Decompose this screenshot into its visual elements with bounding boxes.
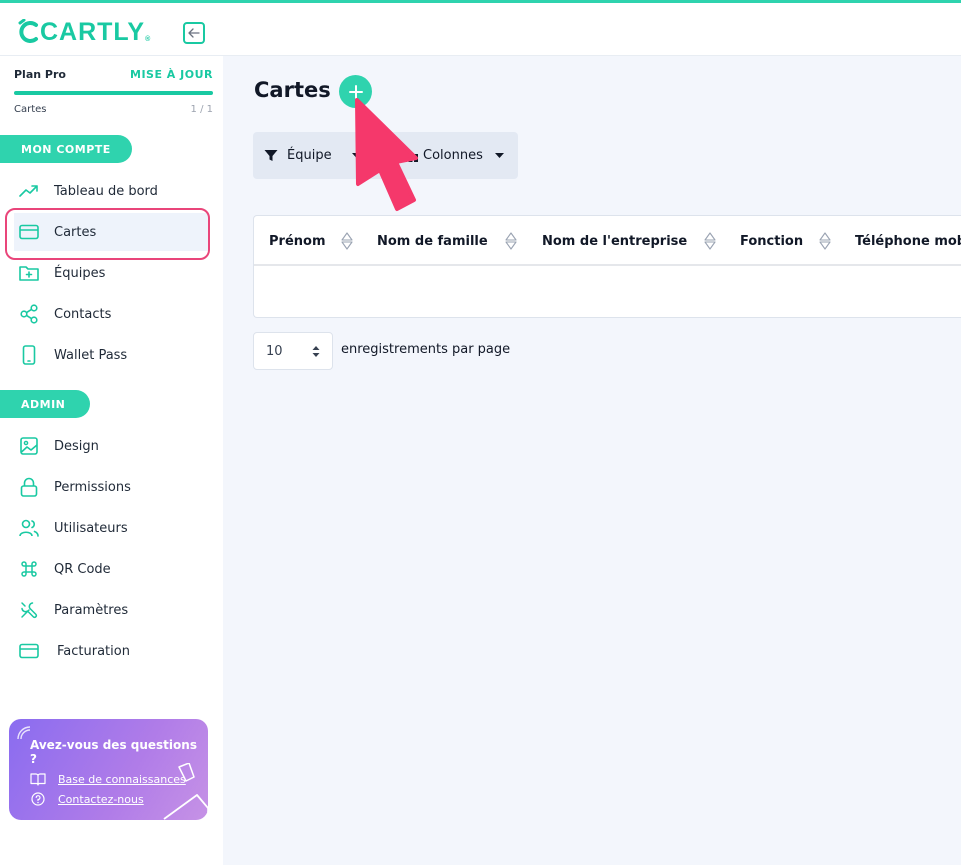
sidebar-item-wallet-pass[interactable]: Wallet Pass (14, 336, 209, 374)
help-title: Avez-vous des questions ? (30, 738, 197, 766)
plan-label: Plan Pro (14, 68, 66, 81)
pointer-arrow-icon (355, 98, 418, 211)
sidebar-item-label: Wallet Pass (54, 347, 128, 363)
sidebar-item-teams[interactable]: Équipes (14, 254, 209, 292)
tools-icon (18, 599, 40, 621)
sort-icon[interactable] (341, 231, 353, 251)
trending-up-icon (18, 180, 40, 202)
sidebar-item-label: Facturation (57, 643, 130, 659)
filter-icon (264, 150, 278, 161)
column-header-first-name[interactable]: Prénom (269, 216, 326, 266)
cartly-logo[interactable]: CARTLY ® (18, 17, 151, 47)
page-size-value: 10 (266, 343, 283, 359)
usage-count: 1 / 1 (190, 104, 213, 115)
help-circle-icon (31, 792, 45, 806)
sidebar-item-label: QR Code (54, 561, 111, 577)
users-icon (18, 517, 40, 539)
logo-text: CARTLY (40, 17, 146, 46)
sidebar-item-contacts[interactable]: Contacts (14, 295, 209, 333)
top-bar: CARTLY ® (0, 0, 961, 56)
sort-icon[interactable] (505, 231, 517, 251)
registered-mark: ® (145, 35, 152, 43)
folder-plus-icon (18, 262, 40, 284)
paper-plane-decoration-icon (163, 763, 208, 820)
sidebar-item-dashboard[interactable]: Tableau de bord (14, 172, 209, 210)
page-size-select[interactable]: 10 (253, 332, 333, 370)
select-arrows-icon (312, 346, 320, 357)
highlight-ring (5, 208, 210, 260)
page-size-label: enregistrements par page (341, 342, 511, 357)
sidebar-item-label: Contacts (54, 306, 112, 322)
caret-down-icon (494, 153, 504, 158)
section-admin: ADMIN (0, 390, 90, 418)
sidebar-item-label: Utilisateurs (54, 520, 128, 536)
sidebar-item-label: Design (54, 438, 99, 454)
arrow-left-icon (188, 28, 200, 38)
main-content: Cartes Équipe Colonnes Prénom Nom de fam… (223, 56, 961, 865)
page-title: Cartes (254, 78, 331, 102)
contact-us-link[interactable]: Contactez-nous (30, 792, 144, 806)
upgrade-link[interactable]: MISE À JOUR (130, 68, 213, 81)
image-icon (18, 435, 40, 457)
sort-icon[interactable] (819, 231, 831, 251)
sidebar-item-settings[interactable]: Paramètres (14, 591, 209, 629)
team-filter-label: Équipe (287, 148, 332, 163)
sidebar-item-label: Paramètres (54, 602, 129, 618)
sidebar-item-qr-code[interactable]: QR Code (14, 550, 209, 588)
column-header-last-name[interactable]: Nom de famille (377, 216, 488, 266)
sidebar-item-users[interactable]: Utilisateurs (14, 509, 209, 547)
sidebar-item-label: Tableau de bord (54, 183, 158, 199)
sidebar-item-label: Permissions (54, 479, 131, 495)
lock-icon (18, 476, 40, 498)
cards-table: Prénom Nom de famille Nom de l'entrepris… (253, 215, 961, 318)
sort-icon[interactable] (704, 231, 716, 251)
share-icon (18, 303, 40, 325)
team-filter-button[interactable]: Équipe (264, 132, 361, 179)
credit-card-icon (18, 640, 40, 662)
sidebar-item-permissions[interactable]: Permissions (14, 468, 209, 506)
column-header-company[interactable]: Nom de l'entreprise (542, 216, 687, 266)
section-my-account: MON COMPTE (0, 135, 132, 163)
command-icon (18, 558, 40, 580)
contact-us-label: Contactez-nous (58, 792, 144, 806)
column-header-mobile-phone[interactable]: Téléphone mobil (855, 216, 961, 266)
sidebar: Plan Pro MISE À JOUR Cartes 1 / 1 MON CO… (0, 56, 223, 865)
smartphone-icon (18, 344, 40, 366)
help-card: Avez-vous des questions ? Base de connai… (9, 719, 208, 820)
plan-row: Plan Pro MISE À JOUR (14, 68, 213, 81)
columns-label: Colonnes (423, 148, 483, 163)
logo-c-icon (18, 19, 38, 43)
sidebar-item-label: Équipes (54, 265, 106, 281)
usage-label: Cartes (14, 104, 47, 115)
sidebar-item-design[interactable]: Design (14, 427, 209, 465)
table-header: Prénom Nom de famille Nom de l'entrepris… (254, 216, 961, 266)
collapse-sidebar-button[interactable] (183, 22, 205, 44)
book-icon (30, 773, 46, 786)
column-header-function[interactable]: Fonction (740, 216, 803, 266)
usage-row: Cartes 1 / 1 (14, 104, 213, 115)
usage-progress-bar (14, 91, 213, 95)
sidebar-item-billing[interactable]: Facturation (14, 632, 209, 670)
